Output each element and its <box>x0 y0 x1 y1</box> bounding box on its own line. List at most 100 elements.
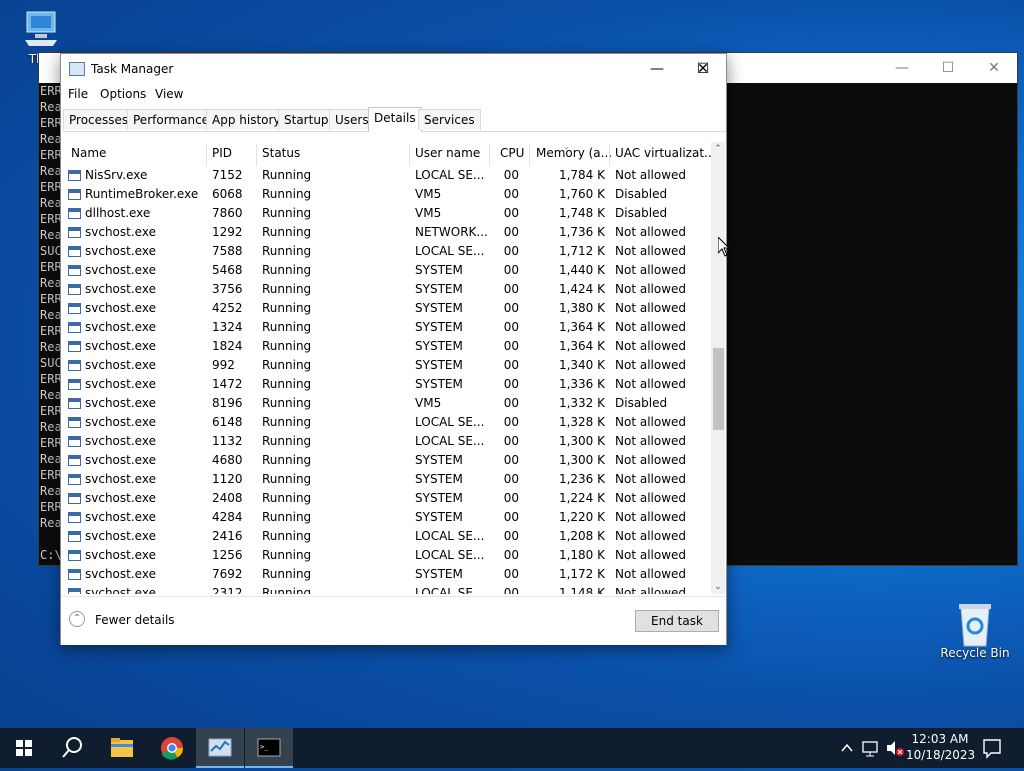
process-icon <box>68 436 81 447</box>
table-cell: Not allowed <box>615 529 687 543</box>
chevron-up-circle-icon[interactable]: ⌃ <box>69 611 85 627</box>
table-row[interactable]: svchost.exe 1824 Running SYSTEM 00 1,364 K Not… <box>63 337 711 356</box>
taskbar-clock[interactable]: 12:03 AM 10/18/2023 <box>906 731 975 763</box>
table-cell: 7692 <box>212 567 243 581</box>
end-task-button[interactable]: End task <box>635 610 719 632</box>
table-cell: 6068 <box>212 187 243 201</box>
console-minimize-button[interactable]: — <box>879 53 925 83</box>
tab-details[interactable]: Details <box>368 107 422 132</box>
menu-view[interactable]: View <box>155 87 183 101</box>
column-header-cpu[interactable]: CPU <box>500 146 524 160</box>
table-cell: 00 <box>503 529 519 543</box>
table-cell: 00 <box>503 491 519 505</box>
column-header-memory[interactable]: Memory (a... <box>536 146 612 160</box>
table-cell: 00 <box>503 453 519 467</box>
table-row[interactable]: svchost.exe 1292 Running NETWORK... 00 1,736 … <box>63 223 711 242</box>
table-cell: 7152 <box>212 168 243 182</box>
table-row[interactable]: svchost.exe 6148 Running LOCAL SE... 00 1,328… <box>63 413 711 432</box>
file-explorer-button[interactable] <box>98 728 146 768</box>
scroll-up-icon[interactable]: ⌃ <box>711 144 725 154</box>
scroll-down-icon[interactable]: ⌄ <box>711 582 725 592</box>
chrome-button[interactable] <box>148 728 196 768</box>
table-cell: Not allowed <box>615 263 687 277</box>
table-cell: 1,208 K <box>558 529 605 543</box>
table-cell: 00 <box>503 586 519 594</box>
table-cell: Running <box>262 396 312 410</box>
table-row[interactable]: svchost.exe 1132 Running LOCAL SE... 00 1,300… <box>63 432 711 451</box>
network-button[interactable] <box>860 728 882 768</box>
table-row[interactable]: svchost.exe 7588 Running LOCAL SE... 00 1,712… <box>63 242 711 261</box>
process-icon <box>68 265 81 276</box>
tab-startup[interactable]: Startup <box>278 109 335 130</box>
column-header-user-name[interactable]: User name <box>415 146 480 160</box>
table-row[interactable]: svchost.exe 1256 Running LOCAL SE... 00 1,180… <box>63 546 711 565</box>
task-manager-window[interactable]: Task Manager — ☐ ✕ File Options View Pro… <box>60 53 727 645</box>
notifications-button[interactable] <box>980 728 1004 768</box>
close-button[interactable]: ✕ <box>680 54 726 84</box>
process-icon <box>68 322 81 333</box>
task-manager-icon <box>208 738 232 757</box>
volume-button[interactable] <box>884 728 906 768</box>
desktop-icon-recycle-bin[interactable]: Recycle Bin <box>940 602 1010 660</box>
task-manager-button[interactable] <box>196 728 244 768</box>
table-row[interactable]: svchost.exe 7692 Running SYSTEM 00 1,172 K Not… <box>63 565 711 584</box>
table-row[interactable]: svchost.exe 2408 Running SYSTEM 00 1,224 K Not… <box>63 489 711 508</box>
scroll-thumb[interactable] <box>713 348 724 430</box>
console-line: ERR <box>40 260 62 274</box>
table-scrollbar[interactable]: ⌃ ⌄ <box>711 142 725 594</box>
console-line: Rea <box>40 132 62 146</box>
table-row[interactable]: svchost.exe 4252 Running SYSTEM 00 1,380 K Not… <box>63 299 711 318</box>
console-line: ERR <box>40 500 62 514</box>
tab-processes[interactable]: Processes <box>63 109 135 130</box>
search-button[interactable] <box>48 728 96 768</box>
fewer-details-link[interactable]: Fewer details <box>95 613 175 627</box>
table-cell: svchost.exe <box>85 320 156 334</box>
tab-app-history[interactable]: App history <box>206 109 287 130</box>
table-cell: 2312 <box>212 586 243 594</box>
table-row[interactable]: svchost.exe 4680 Running SYSTEM 00 1,300 K Not… <box>63 451 711 470</box>
console-close-button[interactable]: ✕ <box>971 53 1017 83</box>
table-row[interactable]: svchost.exe 2312 Running LOCAL SE... 00 1,148… <box>63 584 711 594</box>
show-hidden-icons-button[interactable] <box>838 728 856 768</box>
console-maximize-button[interactable]: ☐ <box>925 53 971 83</box>
table-row[interactable]: svchost.exe 2416 Running LOCAL SE... 00 1,208… <box>63 527 711 546</box>
table-cell: 1,364 K <box>558 339 605 353</box>
task-manager-titlebar[interactable]: Task Manager — ☐ ✕ <box>61 54 726 84</box>
table-cell: 1,300 K <box>558 434 605 448</box>
process-icon <box>68 360 81 371</box>
start-button[interactable] <box>0 728 48 768</box>
column-header-name[interactable]: Name <box>71 146 106 160</box>
table-row[interactable]: svchost.exe 3756 Running SYSTEM 00 1,424 K Not… <box>63 280 711 299</box>
table-row[interactable]: svchost.exe 992 Running SYSTEM 00 1,340 K Not … <box>63 356 711 375</box>
table-cell: svchost.exe <box>85 377 156 391</box>
console-line: ERR <box>40 180 62 194</box>
table-cell: 1256 <box>212 548 243 562</box>
table-cell: 00 <box>503 168 519 182</box>
tab-services[interactable]: Services <box>418 109 481 130</box>
table-cell: 1,148 K <box>558 586 605 594</box>
table-row[interactable]: svchost.exe 1472 Running SYSTEM 00 1,336 K Not… <box>63 375 711 394</box>
tab-performance[interactable]: Performance <box>127 109 216 130</box>
column-header-pid[interactable]: PID <box>212 146 232 160</box>
table-row[interactable]: svchost.exe 1120 Running SYSTEM 00 1,236 K Not… <box>63 470 711 489</box>
table-cell: svchost.exe <box>85 453 156 467</box>
table-row[interactable]: NisSrv.exe 7152 Running LOCAL SE... 00 1,784 … <box>63 166 711 185</box>
column-header-uac[interactable]: UAC virtualizat... <box>615 146 711 160</box>
console-line: Rea <box>40 276 62 290</box>
minimize-button[interactable]: — <box>634 54 680 84</box>
table-row[interactable]: dllhost.exe 7860 Running VM5 00 1,748 K Disabl… <box>63 204 711 223</box>
table-row[interactable]: svchost.exe 8196 Running VM5 00 1,332 K Disabl… <box>63 394 711 413</box>
command-prompt-button[interactable]: >_ <box>245 728 293 768</box>
menu-options[interactable]: Options <box>100 87 146 101</box>
menu-file[interactable]: File <box>68 87 88 101</box>
table-cell: Disabled <box>615 187 668 201</box>
table-row[interactable]: svchost.exe 4284 Running SYSTEM 00 1,220 K Not… <box>63 508 711 527</box>
table-cell: Running <box>262 358 312 372</box>
table-cell: 5468 <box>212 263 243 277</box>
table-row[interactable]: svchost.exe 1324 Running SYSTEM 00 1,364 K Not… <box>63 318 711 337</box>
table-row[interactable]: RuntimeBroker.exe 6068 Running VM5 00 1,760 K… <box>63 185 711 204</box>
table-row[interactable]: svchost.exe 5468 Running SYSTEM 00 1,440 K Not… <box>63 261 711 280</box>
svg-text:>_: >_ <box>260 743 269 751</box>
console-line: ERR <box>40 116 62 130</box>
column-header-status[interactable]: Status <box>262 146 300 160</box>
